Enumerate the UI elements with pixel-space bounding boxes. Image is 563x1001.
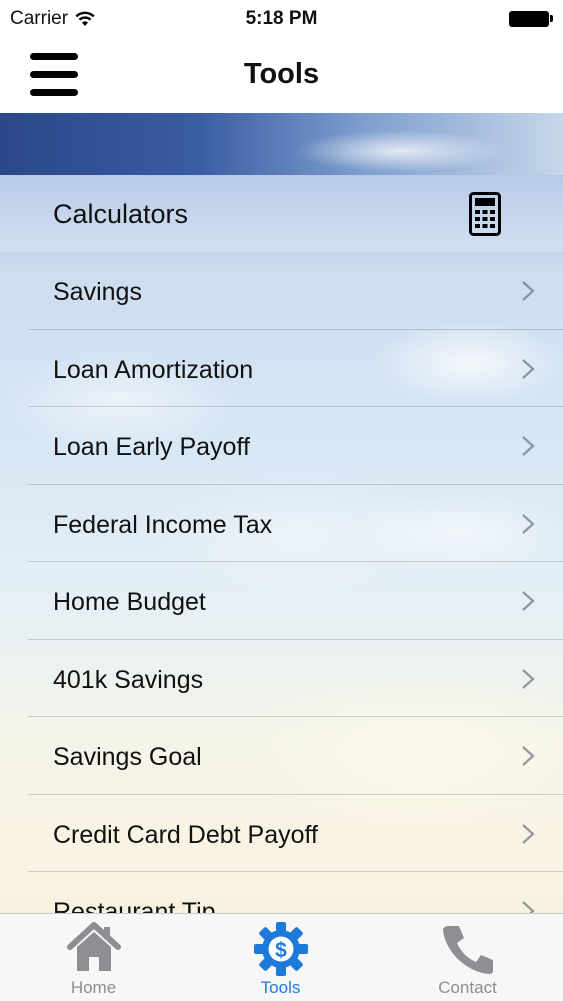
list-item-savings[interactable]: Savings	[0, 252, 563, 330]
chevron-right-icon	[522, 513, 535, 534]
page-title: Tools	[243, 58, 320, 90]
list-item-federal-income-tax[interactable]: Federal Income Tax	[0, 484, 563, 562]
list-item-401k-savings[interactable]: 401k Savings	[0, 639, 563, 717]
tab-label: Tools	[260, 978, 301, 997]
chevron-right-icon	[522, 823, 535, 844]
chevron-right-icon	[522, 281, 535, 301]
list-item-label: Federal Income Tax	[53, 510, 273, 539]
tab-bar: Home $ Tools Contact	[0, 913, 563, 1001]
sky-banner	[0, 113, 563, 175]
section-title: Calculators	[53, 199, 189, 229]
chevron-right-icon	[522, 436, 535, 456]
list-item-label: Restaurant Tip	[53, 898, 216, 913]
list-item-label: Savings	[53, 278, 142, 306]
house-icon	[66, 922, 121, 971]
list-item-label: Savings Goal	[53, 743, 202, 771]
status-bar: Carrier 5:18 PM	[0, 0, 563, 40]
tab-tools[interactable]: $ Tools	[187, 914, 374, 1001]
list-item-label: Loan Amortization	[53, 355, 254, 384]
status-time: 5:18 PM	[245, 8, 318, 29]
list-item-loan-early-payoff[interactable]: Loan Early Payoff	[0, 407, 563, 485]
list-item-label: Credit Card Debt Payoff	[53, 820, 318, 849]
calculator-icon	[469, 192, 501, 236]
tab-label: Contact	[438, 978, 497, 997]
nav-bar: Tools	[0, 40, 563, 114]
list-item-restaurant-tip[interactable]: Restaurant Tip	[0, 872, 563, 913]
chevron-right-icon	[522, 358, 535, 379]
chevron-right-icon	[522, 591, 535, 611]
list-item-home-budget[interactable]: Home Budget	[0, 562, 563, 640]
list-item-label: 401k Savings	[53, 665, 204, 694]
list-item-label: Home Budget	[53, 588, 206, 616]
list-item-savings-goal[interactable]: Savings Goal	[0, 717, 563, 795]
chevron-right-icon	[522, 901, 535, 913]
list-item-label: Loan Early Payoff	[53, 433, 250, 461]
tab-label: Home	[70, 978, 117, 997]
tab-contact[interactable]: Contact	[374, 914, 561, 1001]
chevron-right-icon	[522, 668, 535, 689]
phone-icon	[442, 926, 493, 974]
chevron-right-icon	[522, 746, 535, 766]
list-item-loan-amortization[interactable]: Loan Amortization	[0, 329, 563, 407]
tab-home[interactable]: Home	[0, 914, 187, 1001]
svg-text:$: $	[275, 939, 287, 962]
calculator-list: Savings Loan Amortization Loan Early Pay…	[0, 252, 563, 913]
battery-icon	[509, 11, 553, 27]
content-area[interactable]: Calculators Savings Loan Amortization Lo…	[0, 113, 563, 913]
gear-dollar-icon: $	[253, 922, 308, 976]
section-header: Calculators	[0, 175, 563, 252]
list-item-credit-card-debt-payoff[interactable]: Credit Card Debt Payoff	[0, 794, 563, 872]
